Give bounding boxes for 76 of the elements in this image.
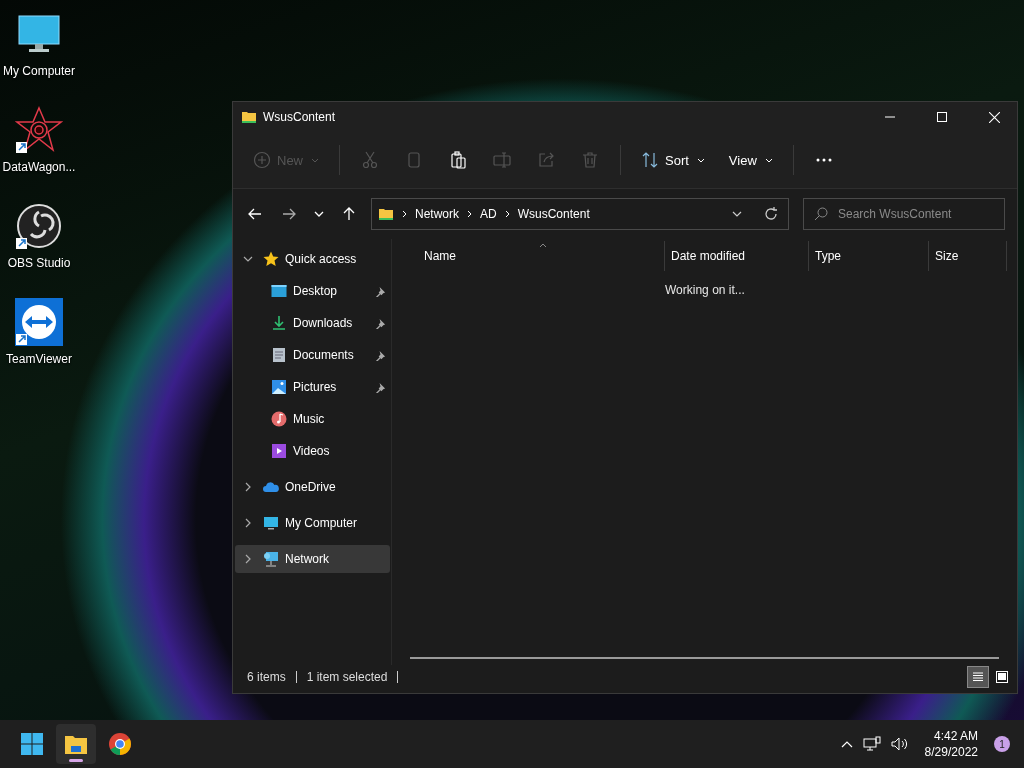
chevron-icon — [504, 210, 510, 218]
notification-badge[interactable]: 1 — [994, 736, 1010, 752]
column-header[interactable]: Date modified — [665, 241, 809, 271]
sidebar-item[interactable]: Documents — [235, 341, 390, 369]
sidebar-item[interactable]: Videos — [235, 437, 390, 465]
maximize-icon[interactable] — [937, 112, 947, 122]
star-icon — [263, 251, 279, 267]
picture-icon — [271, 379, 287, 395]
sidebar-item[interactable]: Quick access — [235, 245, 390, 273]
network-icon[interactable] — [862, 736, 881, 752]
network-icon — [263, 551, 279, 567]
search-input[interactable]: Search WsusContent — [838, 207, 988, 221]
breadcrumb[interactable]: Network — [415, 207, 459, 221]
sidebar-item[interactable]: Desktop — [235, 277, 390, 305]
sidebar-item[interactable]: Downloads — [235, 309, 390, 337]
desktop-icon-label[interactable]: DataWagon... — [2, 160, 76, 174]
back-arrow-icon[interactable] — [248, 207, 262, 221]
status-text: 1 item selected — [306, 670, 388, 684]
sidebar-item[interactable]: Pictures — [235, 373, 390, 401]
breadcrumb[interactable]: AD — [480, 207, 497, 221]
column-header[interactable]: Type — [809, 241, 929, 271]
pin-icon[interactable] — [375, 381, 386, 393]
explorer-taskbar-button[interactable] — [56, 724, 96, 764]
window-title: WsusContent — [263, 110, 336, 124]
close-icon[interactable] — [988, 111, 1000, 123]
download-icon — [271, 315, 287, 331]
column-header[interactable]: Size — [929, 241, 1007, 271]
expand-chevron-icon[interactable] — [243, 554, 253, 564]
video-icon — [271, 443, 287, 459]
dropdown-icon[interactable] — [732, 211, 742, 217]
status-text: 6 items — [247, 670, 286, 684]
loading-message: Working on it... — [665, 283, 746, 297]
sidebar-item[interactable]: My Computer — [235, 509, 390, 537]
column-header[interactable]: Name — [392, 241, 665, 271]
view-button[interactable]: View — [718, 143, 783, 177]
horizontal-scrollbar[interactable] — [410, 657, 999, 659]
sidebar-item[interactable]: Music — [235, 405, 390, 433]
chevron-down-icon[interactable] — [314, 211, 324, 217]
desktop-icon — [271, 283, 287, 299]
clock[interactable]: 4:42 AM 8/29/2022 — [924, 728, 978, 760]
up-arrow-icon[interactable] — [342, 207, 356, 221]
paste-icon[interactable] — [449, 151, 467, 169]
folder-icon — [378, 206, 394, 222]
sidebar-item[interactable]: Network — [235, 545, 390, 573]
pin-icon[interactable] — [375, 349, 386, 361]
volume-icon[interactable] — [890, 736, 909, 752]
chrome-app-icon[interactable] — [108, 732, 132, 756]
chevron-icon — [402, 210, 407, 218]
music-icon — [271, 411, 287, 427]
expand-chevron-icon[interactable] — [243, 254, 253, 264]
folder-icon — [241, 109, 257, 125]
cloud-icon — [263, 479, 279, 495]
desktop-shortcut-icon[interactable] — [15, 202, 63, 250]
document-icon — [271, 347, 287, 363]
desktop-shortcut-icon[interactable] — [15, 106, 63, 154]
sort-button[interactable]: Sort — [631, 143, 715, 177]
desktop-icon-label[interactable]: OBS Studio — [7, 256, 71, 270]
chevron-icon — [467, 210, 472, 218]
search-icon — [814, 207, 828, 221]
desktop-icon-label[interactable]: My Computer — [3, 64, 75, 78]
expand-chevron-icon[interactable] — [243, 482, 253, 492]
sort-icon[interactable] — [641, 151, 659, 169]
pin-icon[interactable] — [375, 285, 386, 297]
address-bar[interactable]: Network AD WsusContent — [371, 198, 789, 230]
start-app-icon[interactable] — [20, 732, 44, 756]
breadcrumb[interactable]: WsusContent — [517, 207, 590, 221]
pin-icon[interactable] — [375, 317, 386, 329]
sort-caret-icon — [538, 243, 547, 248]
desktop-icon-label[interactable]: TeamViewer — [6, 352, 72, 366]
forward-arrow-icon[interactable] — [282, 207, 296, 221]
search-field[interactable]: Search WsusContent — [803, 198, 1005, 230]
sidebar-item[interactable]: OneDrive — [235, 473, 390, 501]
chevron-up-icon[interactable] — [840, 740, 853, 748]
monitor-icon — [263, 515, 279, 531]
refresh-icon[interactable] — [764, 207, 778, 221]
expand-chevron-icon[interactable] — [243, 518, 253, 528]
